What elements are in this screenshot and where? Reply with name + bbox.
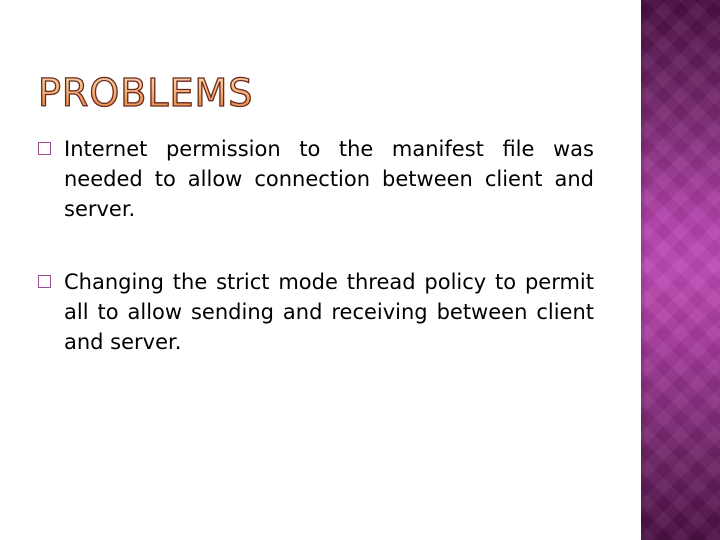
bullet-list: Internet permission to the manifest file… — [38, 134, 594, 400]
slide: PROBLEMS Internet permission to the mani… — [0, 0, 720, 540]
square-bullet-icon — [38, 142, 51, 155]
slide-title: PROBLEMS — [37, 68, 253, 118]
bullet-item: Changing the strict mode thread policy t… — [38, 267, 594, 357]
bullet-text: Internet permission to the manifest file… — [64, 137, 594, 221]
bullet-item: Internet permission to the manifest file… — [38, 134, 594, 224]
decorative-side-panel — [641, 0, 720, 540]
square-bullet-icon — [38, 275, 51, 288]
bullet-text: Changing the strict mode thread policy t… — [64, 270, 594, 354]
panel-edge-shadow — [641, 0, 647, 540]
